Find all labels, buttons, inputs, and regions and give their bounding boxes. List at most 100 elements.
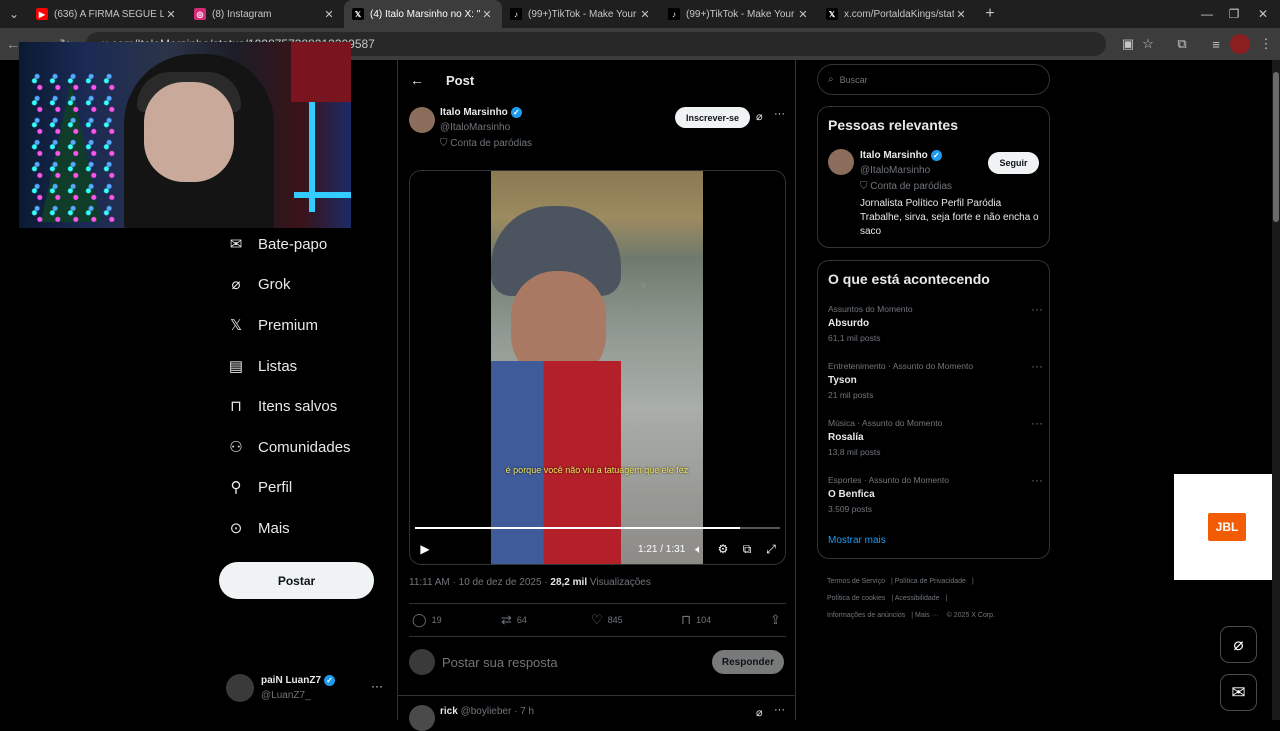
grok-icon[interactable]: ⌀: [756, 110, 763, 123]
reply-input[interactable]: Postar sua resposta: [442, 655, 558, 670]
fullscreen-icon[interactable]: ⤢: [764, 541, 778, 557]
browser-tab-bar: ⌄ ▶ (636) A FIRMA SEGUE LUCRANDO ✕ ◎ (8)…: [0, 0, 1280, 28]
follow-button[interactable]: Seguir: [988, 152, 1039, 174]
tab-close-icon[interactable]: ✕: [638, 8, 652, 21]
tab-close-icon[interactable]: ✕: [796, 8, 810, 21]
author-name-row[interactable]: Italo Marsinho ✓: [440, 107, 522, 118]
browser-tab[interactable]: ◎ (8) Instagram ✕: [186, 0, 344, 28]
tab-close-icon[interactable]: ✕: [164, 8, 178, 21]
jbl-logo: JBL: [1208, 513, 1246, 541]
extensions-icon[interactable]: ⧉: [1172, 34, 1192, 54]
more-options-icon[interactable]: ···: [774, 108, 785, 120]
panel-title: O que está acontecendo: [828, 271, 990, 287]
more-options-icon[interactable]: ···: [1031, 359, 1043, 373]
post-button[interactable]: Postar: [219, 562, 374, 599]
author-avatar[interactable]: [409, 107, 435, 133]
nav-item-bookmarks[interactable]: ⊓ Itens salvos: [226, 392, 337, 420]
grok-fab[interactable]: ⌀: [1220, 626, 1257, 663]
nav-item-chat[interactable]: ✉ Bate-papo: [226, 230, 328, 258]
parody-mask-icon: ⛉: [860, 181, 871, 192]
browser-tab[interactable]: ▶ (636) A FIRMA SEGUE LUCRANDO ✕: [28, 0, 186, 28]
nav-label: Comunidades: [258, 438, 351, 456]
tab-search-icon[interactable]: ⌄: [0, 0, 28, 28]
tab-title: (99+)TikTok - Make Your Day: [528, 8, 638, 20]
profile-avatar[interactable]: [1230, 34, 1250, 54]
bookmark-action[interactable]: ⊓ 104: [681, 612, 711, 628]
search-input[interactable]: ⌕ Buscar: [817, 64, 1050, 95]
grok-icon[interactable]: ⌀: [756, 706, 763, 719]
new-tab-icon[interactable]: +: [976, 5, 1004, 23]
back-arrow-icon[interactable]: ←: [410, 72, 424, 88]
reply-button[interactable]: Responder: [712, 650, 784, 674]
nav-label: Mais: [258, 519, 290, 537]
repost-action[interactable]: ⇄ 64: [501, 612, 527, 628]
footer-link[interactable]: Acessibilidade: [895, 595, 940, 602]
nav-label: Grok: [258, 275, 291, 293]
nav-item-premium[interactable]: 𝕏 Premium: [226, 311, 318, 339]
account-switcher[interactable]: paiN LuanZ7 ✓ @LuanZ7_ ···: [226, 674, 386, 706]
bookmark-icon: ⊓: [230, 398, 242, 415]
show-more-link[interactable]: Mostrar mais: [828, 535, 886, 546]
tab-close-icon[interactable]: ✕: [322, 8, 336, 21]
star-icon[interactable]: ☆: [1138, 34, 1158, 54]
parody-label: ⛉ Conta de paródias: [440, 138, 533, 149]
browser-tab[interactable]: 𝕏 x.com/PortaldaKings/status/19 ✕: [818, 0, 976, 28]
reply-author-handle: @boylieber · 7 h: [460, 706, 535, 717]
browser-tab[interactable]: ♪ (99+)TikTok - Make Your Day ✕: [502, 0, 660, 28]
media-icon[interactable]: ≡: [1206, 34, 1226, 54]
reply-action[interactable]: ◯ 19: [412, 612, 442, 628]
grok-icon: ⌀: [231, 276, 241, 293]
cast-icon[interactable]: ▣: [1118, 34, 1138, 54]
footer-link[interactable]: Termos de Serviço: [827, 578, 885, 585]
browser-tab[interactable]: ♪ (99+)TikTok - Make Your Day ✕: [660, 0, 818, 28]
verified-icon: ✓: [324, 675, 336, 686]
footer-link[interactable]: Política de Privacidade: [895, 578, 966, 585]
more-options-icon[interactable]: ···: [1031, 473, 1043, 487]
nav-item-profile[interactable]: ⚲ Perfil: [226, 473, 293, 501]
footer-link[interactable]: Informações de anúncios: [827, 612, 905, 619]
footer-link[interactable]: Política de cookies: [827, 595, 885, 602]
trends-panel: O que está acontecendo Assuntos do Momen…: [817, 260, 1050, 559]
tab-close-icon[interactable]: ✕: [480, 8, 494, 21]
scrollbar[interactable]: [1272, 60, 1280, 720]
instagram-icon: ◎: [194, 8, 206, 20]
share-icon[interactable]: ⇪: [770, 612, 786, 628]
trend-item[interactable]: Música · Assunto do Momento Rosalía 13,8…: [828, 416, 1043, 457]
more-options-icon[interactable]: ···: [1031, 416, 1043, 430]
browser-tab-active[interactable]: 𝕏 (4) Italo Marsinho no X: "https:// ✕: [344, 0, 502, 28]
close-window-icon[interactable]: ✕: [1246, 0, 1280, 28]
verified-icon: ✓: [510, 107, 522, 118]
video-player[interactable]: ◌ é porque você não viu a tatuagem que e…: [409, 170, 786, 565]
trend-item[interactable]: Entretenimento · Assunto do Momento Tyso…: [828, 359, 1043, 400]
avatar: [226, 674, 254, 702]
relevant-name-row[interactable]: Italo Marsinho ✓: [860, 150, 942, 161]
settings-icon[interactable]: ⚙: [716, 541, 730, 557]
post-header: ← Post: [398, 60, 796, 100]
nav-item-lists[interactable]: ▤ Listas: [226, 352, 297, 380]
footer-link[interactable]: Mais ···: [915, 612, 939, 619]
subscribe-button[interactable]: Inscrever-se: [675, 107, 750, 128]
more-options-icon[interactable]: ···: [371, 679, 383, 693]
trend-item[interactable]: Assuntos do Momento Absurdo 61,1 mil pos…: [828, 302, 1043, 343]
volume-icon[interactable]: 🔈︎: [692, 541, 706, 557]
reply-avatar[interactable]: [409, 705, 435, 731]
nav-item-more[interactable]: ⊙ Mais: [226, 514, 290, 542]
pip-icon[interactable]: ⧉: [740, 541, 754, 557]
video-progress-bar[interactable]: [415, 527, 780, 529]
more-options-icon[interactable]: ···: [774, 704, 785, 716]
tab-close-icon[interactable]: ✕: [954, 8, 968, 21]
menu-icon[interactable]: ⋮: [1256, 34, 1276, 54]
nav-item-communities[interactable]: ⚇ Comunidades: [226, 433, 351, 461]
search-icon: ⌕: [828, 74, 834, 85]
trend-item[interactable]: Esportes · Assunto do Momento O Benfica …: [828, 473, 1043, 514]
messages-fab[interactable]: ✉: [1220, 674, 1257, 711]
author-handle[interactable]: @ItaloMarsinho: [440, 122, 510, 133]
more-options-icon[interactable]: ···: [1031, 302, 1043, 316]
youtube-icon: ▶: [36, 8, 48, 20]
reply-author[interactable]: rick @boylieber · 7 h: [440, 706, 534, 717]
jbl-widget: JBL: [1174, 474, 1280, 580]
nav-item-grok[interactable]: ⌀ Grok: [226, 270, 291, 298]
like-action[interactable]: ♡ 845: [591, 612, 623, 628]
avatar[interactable]: [828, 149, 854, 175]
play-icon[interactable]: ▶: [418, 541, 432, 557]
